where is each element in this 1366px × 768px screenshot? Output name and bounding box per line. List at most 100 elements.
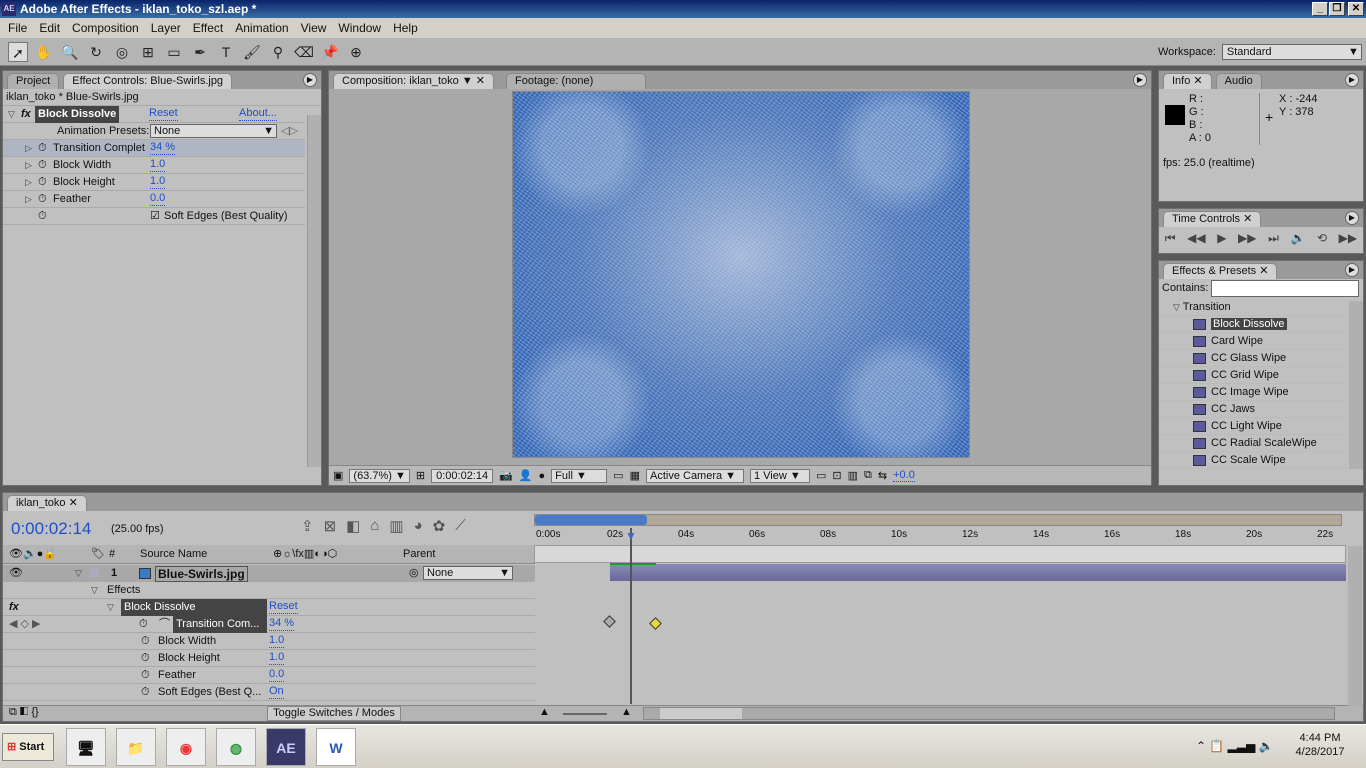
resolution-select[interactable]: Full ▼	[551, 468, 608, 483]
property-row[interactable]: ⏱ Feather 0.0	[3, 667, 535, 684]
label-color[interactable]	[89, 568, 99, 578]
tab-timeline[interactable]: iklan_toko ✕	[7, 495, 87, 511]
tab-effect-controls[interactable]: Effect Controls: Blue-Swirls.jpg	[63, 73, 233, 89]
flowchart-icon[interactable]: ⧉	[864, 469, 872, 482]
list-item[interactable]: CC Grid Wipe	[1159, 367, 1347, 384]
current-time-display[interactable]: 0:00:02:14	[431, 468, 494, 483]
prev-next-preset-icon[interactable]: ◁▷	[281, 123, 298, 140]
zoom-slider[interactable]	[563, 713, 607, 715]
comp-flowchart-icon[interactable]: ⇪	[301, 517, 314, 535]
fx-icon[interactable]: fx	[21, 106, 31, 123]
tab-composition[interactable]: Composition: iklan_toko ▼ ✕	[333, 73, 495, 89]
property-row[interactable]: ◀ ◇ ▶ ⏱ ⌒ Transition Com... 34 %	[3, 616, 535, 633]
hand-tool-icon[interactable]: ✋	[34, 42, 54, 62]
effect-name[interactable]: Block Dissolve	[35, 106, 120, 123]
layer-name[interactable]: Blue-Swirls.jpg	[155, 566, 248, 582]
property-row[interactable]: ⏱ Soft Edges (Best Q... On	[3, 684, 535, 701]
word-taskbar-icon[interactable]: W	[316, 728, 356, 766]
menu-composition[interactable]: Composition	[66, 21, 145, 35]
workspace-select[interactable]: Standard ▼	[1221, 44, 1362, 60]
playhead-icon[interactable]: ▼	[625, 529, 637, 543]
timeline-vertical-scrollbar[interactable]	[1348, 546, 1362, 706]
property-row[interactable]: ⏱ Block Width 1.0	[3, 633, 535, 650]
tab-project[interactable]: Project	[7, 73, 60, 89]
channel-icon[interactable]: ●	[539, 470, 546, 482]
safe-zones-icon[interactable]: ⊞	[416, 469, 425, 482]
timeline-icon[interactable]: ▥	[848, 469, 858, 482]
transparency-grid-icon[interactable]: ▦	[630, 469, 640, 482]
stopwatch-icon[interactable]: ⏱	[38, 157, 47, 174]
stopwatch-icon[interactable]: ⏱	[141, 684, 150, 701]
param-value[interactable]: 34 %	[150, 140, 176, 155]
restore-button[interactable]: ❐	[1329, 2, 1345, 16]
scrollbar[interactable]	[307, 115, 321, 467]
parent-select[interactable]: None ▼	[423, 566, 513, 580]
contains-search-input[interactable]	[1211, 280, 1359, 297]
explorer-icon[interactable]: 📁	[116, 728, 156, 766]
stopwatch-icon[interactable]: ⏱	[141, 667, 150, 684]
close-button[interactable]: ✕	[1348, 2, 1364, 16]
menu-layer[interactable]: Layer	[145, 21, 187, 35]
keyframe-navigator-icon[interactable]: ◀ ◇ ▶	[9, 616, 41, 633]
timeline-timecode[interactable]: 0:00:02:14	[11, 519, 91, 539]
menu-window[interactable]: Window	[332, 21, 387, 35]
play-icon[interactable]: ▶	[1217, 231, 1226, 246]
menu-file[interactable]: File	[2, 21, 33, 35]
live-update-icon[interactable]: ⊠	[324, 517, 337, 535]
tab-audio[interactable]: Audio	[1215, 73, 1262, 89]
axis-icon[interactable]: ⊕	[346, 42, 366, 62]
stopwatch-icon[interactable]: ⏱	[141, 650, 150, 667]
frame-blending-icon[interactable]: ▥	[389, 517, 403, 535]
minimize-button[interactable]: _	[1312, 2, 1328, 16]
scrollbar[interactable]	[1349, 301, 1363, 469]
horizontal-scrollbar[interactable]	[643, 707, 1335, 720]
list-item[interactable]: CC Radial ScaleWipe	[1159, 435, 1347, 452]
rotate-tool-icon[interactable]: ↻	[86, 42, 106, 62]
stopwatch-icon[interactable]: ⏱	[38, 191, 47, 208]
effect-row[interactable]: fx ▽ Block Dissolve Reset	[3, 599, 535, 616]
ram-preview-icon[interactable]: ▶▶	[1339, 231, 1357, 246]
list-item[interactable]: CC Scale Wipe	[1159, 452, 1347, 469]
composition-viewer-image[interactable]	[512, 91, 970, 458]
rectangle-tool-icon[interactable]: ▭	[164, 42, 184, 62]
list-item[interactable]: CC Light Wipe	[1159, 418, 1347, 435]
stopwatch-icon[interactable]: ⏱	[139, 616, 148, 633]
tab-effects-presets[interactable]: Effects & Presets ✕	[1163, 263, 1278, 279]
panel-menu-icon[interactable]: ▶	[1345, 73, 1359, 87]
collapse-icon[interactable]: ▽	[8, 106, 15, 123]
property-row[interactable]: ⏱ Block Height 1.0	[3, 650, 535, 667]
panel-menu-icon[interactable]: ▶	[1133, 73, 1147, 87]
reset-link[interactable]: Reset	[269, 599, 298, 614]
always-preview-icon[interactable]: ▣	[333, 469, 343, 482]
previous-frame-icon[interactable]: ◀◀	[1187, 231, 1205, 246]
expand-icon[interactable]: ▽	[75, 565, 82, 582]
fx-icon[interactable]: fx	[9, 599, 19, 616]
zoom-out-icon[interactable]: ▲	[539, 706, 550, 718]
next-frame-icon[interactable]: ▶▶	[1238, 231, 1256, 246]
list-item[interactable]: CC Image Wipe	[1159, 384, 1347, 401]
orbit-camera-icon[interactable]: ◎	[112, 42, 132, 62]
pickwhip-icon[interactable]: ◎	[409, 565, 419, 582]
layer-duration-bar[interactable]	[610, 564, 1346, 581]
list-item[interactable]: Card Wipe	[1159, 333, 1347, 350]
param-row[interactable]: ▷ ⏱ Block Width 1.0	[3, 157, 305, 174]
work-area-bar[interactable]	[534, 514, 1342, 526]
magnification-select[interactable]: (63.7%) ▼	[349, 468, 410, 483]
tab-time-controls[interactable]: Time Controls ✕	[1163, 211, 1262, 227]
param-row[interactable]: ▷ ⏱ Transition Complet 34 %	[3, 140, 305, 157]
layer-row[interactable]: 👁 ▽ 1 Blue-Swirls.jpg ◎ None ▼	[3, 565, 535, 582]
snapshot-icon[interactable]: 📷	[499, 469, 513, 482]
list-item[interactable]: Block Dissolve	[1159, 316, 1347, 333]
brush-tool-icon[interactable]: 🖌	[242, 42, 262, 62]
stopwatch-icon[interactable]: ⏱	[38, 174, 47, 191]
start-button[interactable]: ⊞ Start	[2, 733, 54, 761]
graph-editor-icon[interactable]: ⟋	[455, 517, 466, 535]
eye-icon[interactable]: 👁	[9, 565, 23, 582]
tray-icons[interactable]: ⌃ 📋 ▂▃▅ 🔈	[1196, 739, 1274, 753]
list-item[interactable]: CC Glass Wipe	[1159, 350, 1347, 367]
param-row[interactable]: ▷ ⏱ Block Height 1.0	[3, 174, 305, 191]
computer-icon[interactable]: 🖥	[66, 728, 106, 766]
menu-edit[interactable]: Edit	[33, 21, 66, 35]
stopwatch-icon[interactable]: ⏱	[38, 140, 47, 157]
tab-info[interactable]: Info ✕	[1163, 73, 1212, 89]
